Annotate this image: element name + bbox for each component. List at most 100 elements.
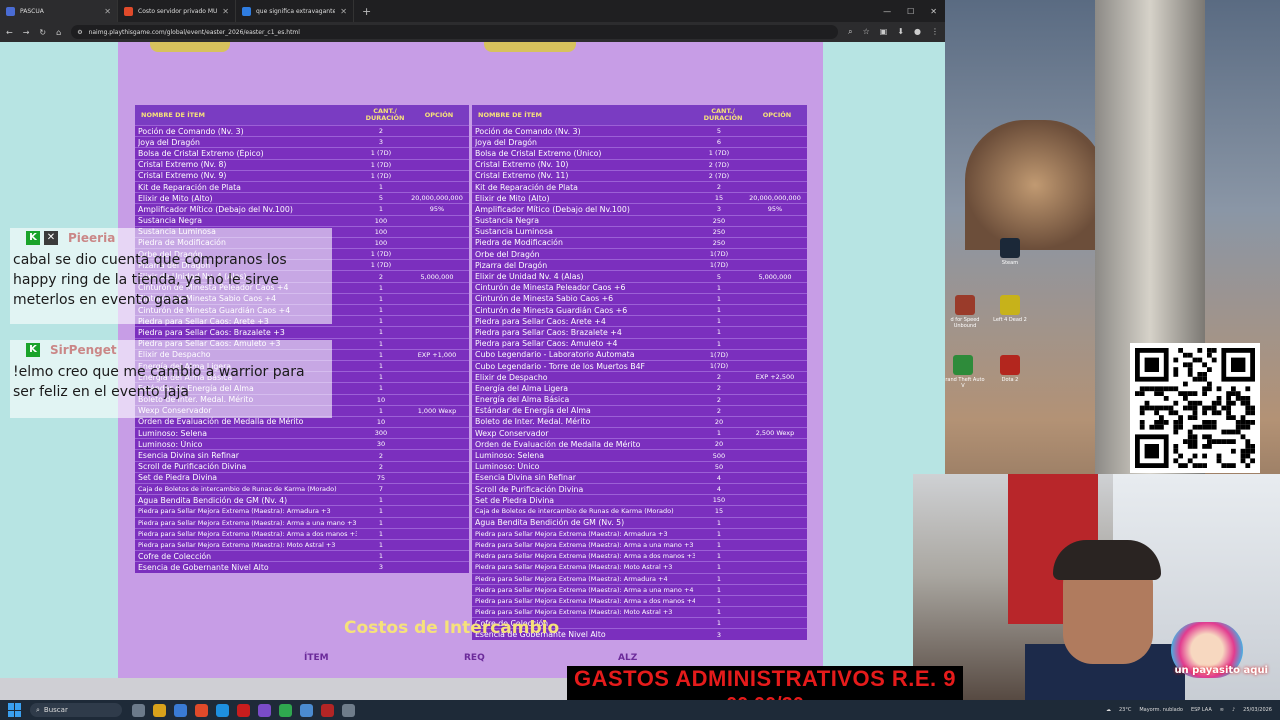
item-qty-cell: 2 (716, 406, 722, 415)
item-qty-cell: 1 (716, 328, 722, 337)
tab-pascua[interactable]: PASCUA ✕ (0, 0, 118, 22)
item-qty-cell: 3 (378, 563, 384, 572)
wifi-icon[interactable]: ≋ (1220, 707, 1224, 713)
item-qty-cell: 1 (378, 350, 384, 359)
maximize-icon[interactable]: ☐ (907, 7, 914, 16)
item-name-cell: Elixir de Unidad Nv. 4 (Alas) (475, 272, 584, 282)
steam-taskbar-icon[interactable] (300, 703, 313, 717)
zoom-icon[interactable]: ⌕ (848, 27, 852, 37)
reward-badge-right (484, 42, 576, 52)
item-qty-cell: 1(7D) (709, 362, 729, 371)
close-icon[interactable]: ✕ (104, 7, 111, 16)
edge-icon[interactable] (216, 703, 229, 717)
nfs-icon (955, 295, 975, 315)
start-button[interactable] (8, 703, 22, 717)
desktop-icon-label: Steam (1001, 260, 1019, 266)
item-qty-cell: 1 (716, 294, 722, 303)
item-qty-cell: 500 (712, 451, 726, 460)
item-name-cell: Esencia Divina sin Refinar (475, 473, 576, 483)
item-qty-cell: 2 (716, 395, 722, 404)
desktop-icon-l4d2[interactable]: Left 4 Dead 2 (988, 295, 1032, 323)
item-option-cell: EXP +1,000 (417, 350, 457, 359)
task-view-icon[interactable] (132, 703, 145, 717)
volume-icon[interactable]: ♪ (1232, 707, 1235, 713)
store-icon[interactable] (174, 703, 187, 717)
item-name-cell: Piedra de Modificación (475, 238, 563, 248)
item-name-cell: Amplificador Mítico (Debajo del Nv.100) (475, 204, 630, 214)
table-row: Sustancia Negra 100 (135, 214, 469, 226)
obs-icon[interactable] (342, 703, 355, 717)
tab-favicon (124, 6, 133, 16)
table-row: Elixir de Despacho 2 EXP +2,500 (472, 371, 807, 382)
item-qty-cell: 5 (378, 194, 384, 203)
col-qty-header: CANT./ DURACIÓN (703, 107, 743, 122)
item-qty-cell: 1 (378, 406, 384, 415)
minimize-icon[interactable]: — (883, 7, 891, 16)
item-qty-cell: 75 (376, 473, 386, 482)
item-name-cell: Piedra para Sellar Mejora Extrema (Maest… (138, 529, 357, 538)
item-qty-cell: 100 (374, 238, 388, 247)
close-window-icon[interactable]: ✕ (930, 7, 937, 16)
reload-icon[interactable]: ↻ (39, 28, 46, 37)
back-icon[interactable]: ← (6, 28, 13, 37)
item-name-cell: Piedra para Sellar Mejora Extrema (Maest… (138, 518, 357, 527)
clown-label: un payasito aqui (1174, 665, 1268, 676)
tab-extravagante[interactable]: que significa extravagante - Bu ✕ (236, 0, 354, 22)
downloads-icon[interactable]: ⬇ (897, 27, 904, 37)
item-qty-cell: 3 (716, 630, 722, 639)
item-name-cell: Sustancia Luminosa (475, 227, 553, 237)
table-row: Agua Bendita Bendición de GM (Nv. 4) 1 (135, 494, 469, 505)
item-name-cell: Piedra para Sellar Mejora Extrema (Maest… (475, 585, 694, 594)
window-controls: — ☐ ✕ (883, 0, 937, 22)
wallpaper-dome (965, 120, 1105, 250)
close-icon[interactable]: ✕ (222, 7, 229, 16)
close-icon[interactable]: ✕ (340, 7, 347, 16)
item-name-cell: Cubo Legendario - Laboratorio Automata (475, 350, 635, 360)
desktop-icon-steam[interactable]: Steam (988, 238, 1032, 266)
table-row: Piedra para Sellar Mejora Extrema (Maest… (135, 516, 469, 528)
weather-temp: 23°C (1118, 707, 1132, 713)
table-row: Energía del Alma Ligera 2 (472, 382, 807, 393)
extensions-icon[interactable]: ▣ (880, 27, 888, 37)
discord-icon[interactable] (258, 703, 271, 717)
language-indicator[interactable]: ESP LAA (1191, 707, 1212, 713)
tab-costo-servidor[interactable]: Costo servidor privado MU ✕ (118, 0, 236, 22)
item-name-cell: Caja de Boletos de intercambio de Runas … (475, 507, 674, 516)
item-qty-cell: 2 (7D) (708, 171, 730, 180)
kick-badge-icon: K (26, 343, 40, 357)
table-row: Piedra para Sellar Mejora Extrema (Maest… (472, 572, 807, 584)
desktop-icon-nfs[interactable]: d for Speed Unbound (945, 295, 987, 329)
table-row: Piedra para Sellar Mejora Extrema (Maest… (135, 527, 469, 539)
table-row: Piedra para Sellar Mejora Extrema (Maest… (135, 538, 469, 550)
menu-icon[interactable]: ⋮ (931, 27, 939, 37)
site-info-icon[interactable]: ⚙ (77, 29, 82, 36)
spotify-icon[interactable] (279, 703, 292, 717)
home-icon[interactable]: ⌂ (56, 28, 61, 37)
item-qty-cell: 1 (378, 507, 384, 516)
address-bar[interactable]: ⚙ naimg.playthisgame.com/global/event/ea… (71, 25, 839, 39)
item-qty-cell: 250 (712, 238, 726, 247)
item-name-cell: Orbe del Dragón (475, 249, 540, 259)
bookmark-star-icon[interactable]: ☆ (863, 27, 870, 37)
file-explorer-icon[interactable] (153, 703, 166, 717)
chrome-icon[interactable] (195, 703, 208, 717)
item-name-cell: Cristal Extremo (Nv. 10) (475, 160, 569, 170)
item-qty-cell: 1 (7D) (370, 261, 392, 270)
office-icon[interactable] (237, 703, 250, 717)
forward-icon[interactable]: → (23, 28, 30, 37)
item-name-cell: Estándar de Energía del Alma (475, 406, 591, 416)
desktop-icon-dota2[interactable]: Dota 2 (988, 355, 1032, 383)
item-name-cell: Luminoso: Único (475, 462, 540, 472)
item-qty-cell: 1 (7D) (370, 171, 392, 180)
x-badge-icon: ✕ (44, 231, 58, 245)
weather-icon[interactable]: ☁ (1106, 707, 1111, 713)
item-qty-cell: 10 (376, 395, 386, 404)
table-row: Cinturón de Minesta Guardián Caos +6 1 (472, 304, 807, 315)
item-qty-cell: 150 (712, 496, 726, 505)
desktop-icon-gta[interactable]: Grand Theft Auto V (945, 355, 985, 389)
clock-date[interactable]: 25/03/2026 (1243, 707, 1272, 713)
new-tab-button[interactable]: + (354, 0, 379, 22)
taskbar-search[interactable]: ⌕ Buscar (30, 703, 122, 717)
profile-icon[interactable]: ● (914, 27, 921, 37)
app-icon[interactable] (321, 703, 334, 717)
